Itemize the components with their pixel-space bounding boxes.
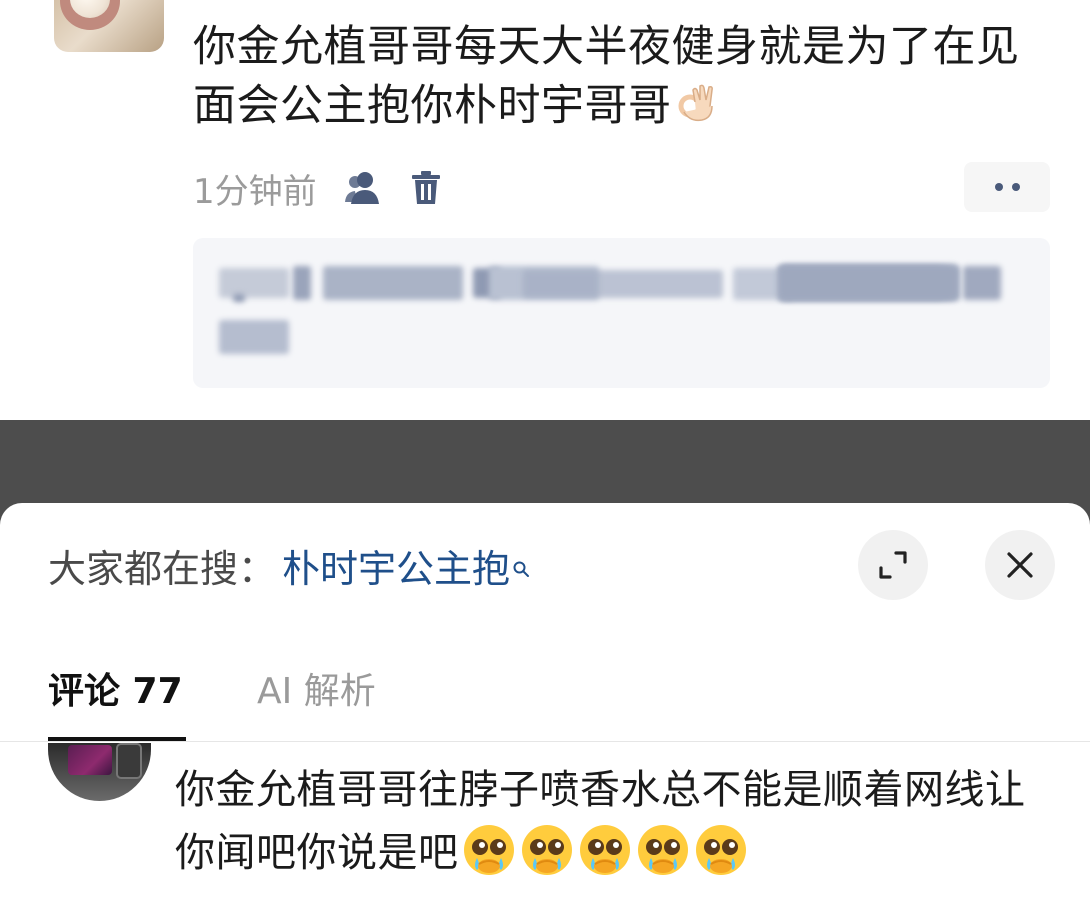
pleading-face-emoji	[461, 822, 517, 897]
pleading-emoji-group	[459, 825, 749, 876]
post-card: 你金允植哥哥每天大半夜健身就是为了在见面会公主抱你朴时宇哥哥 1分钟前	[0, 0, 1090, 420]
tab-comments[interactable]: 评论 77	[48, 661, 183, 723]
trending-search-label: 大家都在搜：	[48, 546, 277, 591]
more-button[interactable]	[964, 162, 1050, 212]
search-icon	[512, 543, 530, 587]
post-timestamp: 1分钟前	[193, 171, 317, 212]
trending-search[interactable]: 大家都在搜： 朴时宇公主抱	[48, 535, 530, 595]
post-meta-row: 1分钟前	[193, 166, 443, 212]
pleading-face-emoji	[635, 822, 691, 897]
expand-button[interactable]	[858, 530, 928, 600]
comment-content: 你金允植哥哥往脖子喷香水总不能是顺着网线让你闻吧你说是吧	[175, 759, 1055, 897]
post-text: 你金允植哥哥每天大半夜健身就是为了在见面会公主抱你朴时宇哥哥	[193, 22, 1020, 131]
post-content: 你金允植哥哥每天大半夜健身就是为了在见面会公主抱你朴时宇哥哥	[193, 18, 1043, 142]
sheet-tabs: 评论 77 AI 解析	[0, 653, 1090, 743]
ok-hand-emoji	[676, 82, 720, 142]
tab-ai-analysis[interactable]: AI 解析	[257, 661, 376, 723]
comment-author-avatar[interactable]	[48, 743, 151, 801]
pleading-face-emoji	[577, 822, 633, 897]
pleading-face-emoji	[693, 822, 749, 897]
comment-sheet: 大家都在搜： 朴时宇公主抱 评论 77 AI 解析 你金允植哥哥往脖子喷香水总不…	[0, 503, 1090, 897]
trash-icon[interactable]	[409, 170, 443, 206]
blurred-content	[193, 238, 1050, 388]
more-icon	[994, 183, 1003, 191]
tabs-divider	[0, 741, 1090, 742]
close-button[interactable]	[985, 530, 1055, 600]
screen: 你金允植哥哥每天大半夜健身就是为了在见面会公主抱你朴时宇哥哥 1分钟前 大家都在…	[0, 0, 1090, 897]
close-icon	[1007, 552, 1033, 578]
user-icon[interactable]	[343, 170, 383, 206]
expand-icon	[879, 551, 907, 579]
trending-search-term[interactable]: 朴时宇公主抱	[282, 538, 510, 593]
post-author-avatar[interactable]	[54, 0, 164, 52]
pleading-face-emoji	[519, 822, 575, 897]
